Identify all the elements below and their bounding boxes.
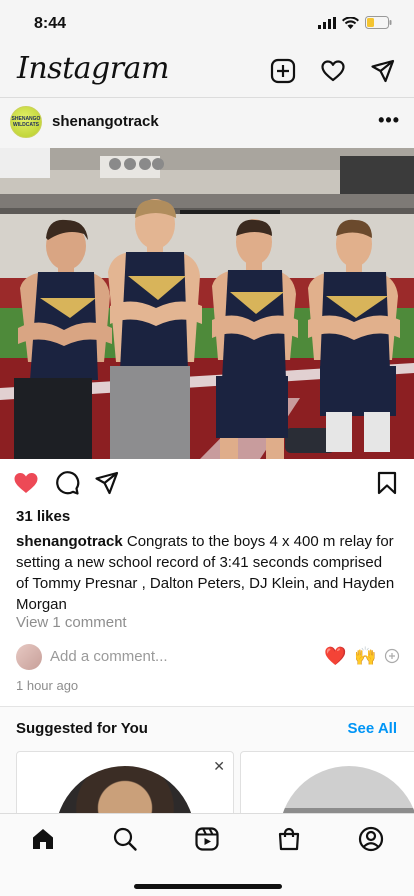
suggested-title: Suggested for You (16, 720, 148, 737)
status-bar: 8:44 (0, 0, 414, 48)
post-timestamp: 1 hour ago (16, 678, 79, 693)
direct-message-icon[interactable] (370, 58, 396, 84)
comment-icon[interactable] (54, 470, 80, 496)
heart-emoji-button[interactable]: ❤️ (324, 646, 346, 667)
see-all-link[interactable]: See All (348, 720, 397, 737)
post-photo[interactable] (0, 148, 414, 459)
status-time: 8:44 (34, 15, 67, 32)
avatar-logo-text: SHENANGO WILDCATS (11, 116, 41, 128)
suggested-card[interactable]: ✕ (16, 751, 234, 821)
app-header: Instagram (0, 48, 414, 98)
view-comments-link[interactable]: View 1 comment (16, 614, 127, 631)
caption-username[interactable]: shenangotrack (16, 533, 123, 550)
battery-icon (365, 16, 392, 34)
home-indicator (134, 884, 282, 889)
bottom-tab-bar (0, 813, 414, 896)
header-actions (270, 58, 396, 84)
current-user-avatar (16, 644, 42, 670)
raising-hands-emoji-button[interactable]: 🙌 (354, 646, 376, 667)
home-icon[interactable] (30, 826, 56, 852)
profile-icon[interactable] (358, 826, 384, 852)
suggested-card[interactable] (240, 751, 414, 821)
post-actions (0, 459, 414, 507)
add-emoji-icon[interactable] (384, 648, 400, 664)
reels-icon[interactable] (194, 826, 220, 852)
new-post-icon[interactable] (270, 58, 296, 84)
like-heart-icon[interactable] (13, 470, 39, 496)
bookmark-icon[interactable] (374, 470, 400, 496)
wifi-icon (342, 16, 359, 34)
post-caption: shenangotrack Congrats to the boys 4 x 4… (16, 531, 396, 615)
dismiss-close-icon[interactable]: ✕ (213, 758, 225, 775)
signal-icon (318, 16, 336, 34)
more-options-icon[interactable]: ••• (378, 110, 400, 131)
post-avatar[interactable]: SHENANGO WILDCATS (10, 106, 42, 138)
heart-icon[interactable] (320, 58, 346, 84)
add-comment-input[interactable]: Add a comment... (50, 648, 168, 665)
search-icon[interactable] (112, 826, 138, 852)
add-comment-row: Add a comment... ❤️ 🙌 (0, 642, 414, 672)
share-icon[interactable] (94, 470, 120, 496)
post-header: SHENANGO WILDCATS shenangotrack ••• (0, 98, 414, 148)
suggested-section: Suggested for You See All ✕ (0, 707, 414, 821)
likes-count[interactable]: 31 likes (16, 508, 70, 525)
post-username[interactable]: shenangotrack (52, 113, 159, 130)
shop-icon[interactable] (276, 826, 302, 852)
instagram-logo[interactable]: Instagram (17, 51, 169, 86)
status-icons (318, 16, 392, 34)
